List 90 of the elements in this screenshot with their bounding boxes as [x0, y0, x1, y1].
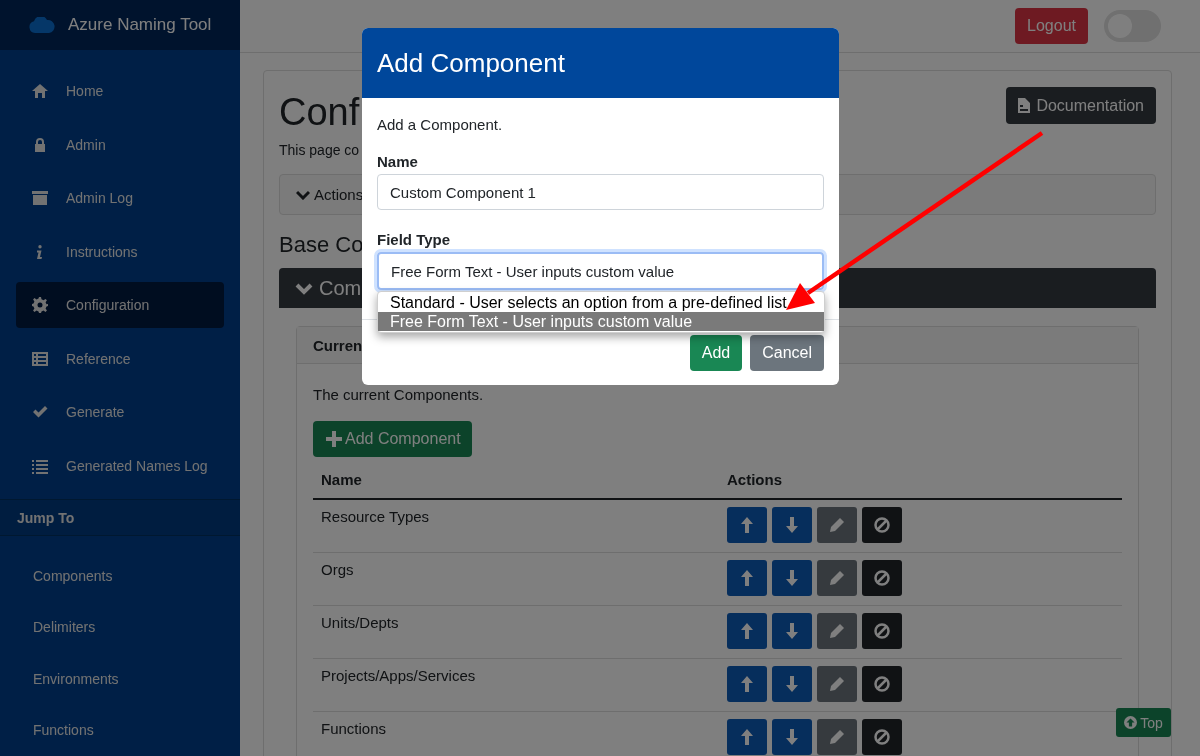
- move-down-button[interactable]: [772, 507, 812, 543]
- prohibited-icon: [874, 517, 890, 533]
- table-cell: Resource Types: [313, 499, 719, 553]
- column-header: Actions: [719, 465, 1122, 499]
- table-cell: Projects/Apps/Services: [313, 658, 719, 712]
- table-cell: Orgs: [313, 552, 719, 606]
- nav-item[interactable]: Generate: [16, 389, 224, 436]
- arrow-down-icon: [786, 623, 798, 639]
- lock-icon: [32, 137, 48, 153]
- pencil-icon: [829, 676, 845, 692]
- nav-item[interactable]: Admin: [16, 122, 224, 168]
- nav-item[interactable]: Instructions: [16, 229, 224, 275]
- disable-button[interactable]: [862, 666, 902, 702]
- move-up-button[interactable]: [727, 666, 767, 702]
- arrow-down-icon: [786, 517, 798, 533]
- gear-icon: [32, 297, 48, 314]
- nav-item[interactable]: Generated Names Log: [16, 443, 224, 489]
- prohibited-icon: [874, 676, 890, 692]
- disable-button[interactable]: [862, 507, 902, 543]
- chevron-icon: [296, 189, 310, 200]
- edit-button[interactable]: [817, 507, 857, 543]
- table-cell: Functions: [313, 711, 719, 756]
- field-label: Name: [377, 153, 419, 170]
- document-icon: [1018, 98, 1031, 113]
- arrow-up-icon: [741, 729, 753, 745]
- add-component-button[interactable]: Add Component: [313, 421, 472, 457]
- dialog-title: Add Component: [377, 47, 565, 79]
- pencil-icon: [829, 623, 845, 639]
- disable-button[interactable]: [862, 560, 902, 596]
- table-icon: [32, 351, 48, 367]
- add-button[interactable]: Add: [689, 334, 743, 371]
- arrow-down-icon: [786, 729, 798, 745]
- move-up-button[interactable]: [727, 719, 767, 755]
- table-cell: Units/Depts: [313, 605, 719, 659]
- jump-link[interactable]: Functions: [0, 704, 240, 756]
- back-to-top-button[interactable]: Top: [1116, 708, 1171, 737]
- jump-to-heading: Jump To: [0, 499, 240, 537]
- move-down-button[interactable]: [772, 560, 812, 596]
- arrow-up-icon: [741, 570, 753, 586]
- move-down-button[interactable]: [772, 719, 812, 755]
- card-text: The current Components.: [313, 386, 485, 403]
- disable-button[interactable]: [862, 719, 902, 755]
- arrow-up-icon: [741, 676, 753, 692]
- nav-item[interactable]: Home: [16, 68, 224, 115]
- move-down-button[interactable]: [772, 666, 812, 702]
- column-header: Name: [313, 465, 719, 499]
- field-label: Field Type: [377, 231, 452, 248]
- logout-button[interactable]: Logout: [1015, 8, 1088, 44]
- name-field[interactable]: Custom Component 1: [377, 174, 824, 210]
- prohibited-icon: [874, 729, 890, 745]
- nav-item[interactable]: Reference: [16, 336, 224, 382]
- arrow-up-circle-icon: [1124, 716, 1138, 729]
- dropdown-option[interactable]: Free Form Text - User inputs custom value: [378, 312, 824, 331]
- documentation-button[interactable]: Documentation: [1006, 87, 1156, 124]
- arrow-up-icon: [741, 623, 753, 639]
- field-type-select[interactable]: Free Form Text - User inputs custom value: [377, 252, 824, 290]
- dialog-text: Add a Component.: [377, 116, 504, 133]
- arrow-down-icon: [786, 676, 798, 692]
- move-up-button[interactable]: [727, 560, 767, 596]
- list-icon: [32, 458, 48, 474]
- edit-button[interactable]: [817, 613, 857, 649]
- pencil-icon: [829, 729, 845, 745]
- section-heading: Base Co: [279, 232, 364, 258]
- home-icon: [32, 83, 48, 100]
- edit-button[interactable]: [817, 560, 857, 596]
- nav-item[interactable]: Configuration: [16, 282, 224, 329]
- plus-icon: [326, 431, 342, 447]
- app-title: Azure Naming Tool: [68, 15, 212, 36]
- jump-link[interactable]: Environments: [0, 653, 240, 705]
- pencil-icon: [829, 517, 845, 533]
- disable-button[interactable]: [862, 613, 902, 649]
- chevron-icon: [295, 281, 313, 295]
- archive-icon: [32, 190, 48, 207]
- cancel-button[interactable]: Cancel: [750, 334, 824, 371]
- arrow-down-icon: [786, 570, 798, 586]
- nav-item[interactable]: Admin Log: [16, 175, 224, 222]
- move-up-button[interactable]: [727, 507, 767, 543]
- page-description: This page co: [279, 142, 361, 158]
- edit-button[interactable]: [817, 666, 857, 702]
- jump-link[interactable]: Delimiters: [0, 601, 240, 654]
- pencil-icon: [829, 570, 845, 586]
- move-down-button[interactable]: [772, 613, 812, 649]
- jump-link[interactable]: Components: [0, 550, 240, 602]
- cloud-icon: [29, 17, 55, 34]
- edit-button[interactable]: [817, 719, 857, 755]
- prohibited-icon: [874, 623, 890, 639]
- prohibited-icon: [874, 570, 890, 586]
- move-up-button[interactable]: [727, 613, 767, 649]
- arrow-up-icon: [741, 517, 753, 533]
- page-title: Conf: [279, 91, 360, 134]
